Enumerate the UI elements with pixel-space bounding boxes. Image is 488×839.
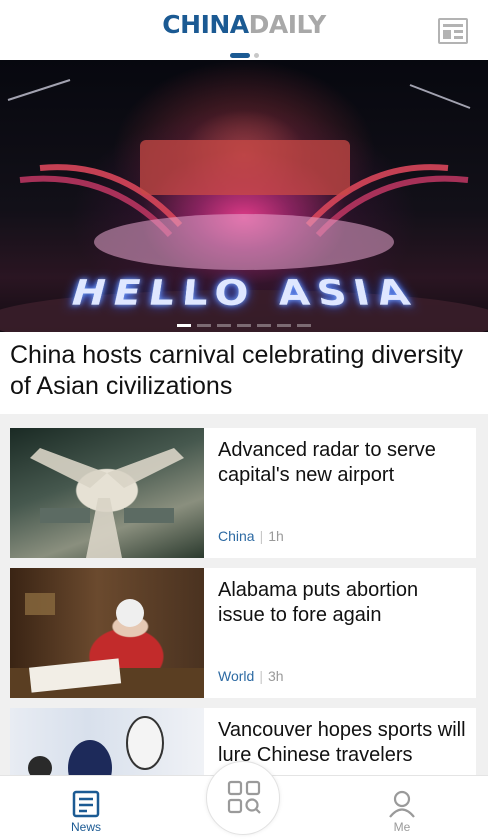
china-daily-logo[interactable]: CHINADAILY <box>0 10 488 39</box>
article-thumbnail <box>10 568 204 698</box>
article-category[interactable]: China <box>218 528 255 544</box>
nav-me-label: Me <box>393 820 411 834</box>
hero-headline[interactable]: China hosts carnival celebrating diversi… <box>10 340 478 402</box>
carousel-dot[interactable] <box>237 324 251 327</box>
article-card[interactable]: Alabama puts abortion issue to fore agai… <box>10 568 476 698</box>
newspaper-icon[interactable] <box>438 18 468 44</box>
article-title: Alabama puts abortion issue to fore agai… <box>218 579 419 626</box>
nav-me[interactable]: Me <box>372 790 432 834</box>
nav-news-label: News <box>70 820 101 834</box>
page-dot <box>253 53 259 59</box>
article-meta: China | 1h <box>218 528 284 544</box>
carousel-dot[interactable] <box>277 324 291 327</box>
grid-search-icon <box>227 780 261 814</box>
carousel-dot[interactable] <box>197 324 211 327</box>
app-header: CHINADAILY <box>0 0 488 60</box>
article-thumbnail <box>10 708 204 775</box>
logo-china: CHINA <box>162 10 249 39</box>
article-meta: World | 3h <box>218 668 284 684</box>
discover-button[interactable] <box>206 761 280 835</box>
news-icon <box>72 790 100 818</box>
governor-image <box>10 593 204 698</box>
article-title: Advanced radar to serve capital's new ai… <box>218 439 436 486</box>
article-list: Advanced radar to serve capital's new ai… <box>0 418 488 775</box>
meta-separator: | <box>259 528 264 544</box>
article-category[interactable]: World <box>218 668 254 684</box>
article-title: Vancouver hopes sports will lure Chinese… <box>218 719 466 766</box>
article-thumbnail <box>10 428 204 558</box>
header-page-indicator <box>0 47 488 59</box>
user-icon <box>389 790 415 818</box>
nav-news[interactable]: News <box>56 790 116 834</box>
article-card[interactable]: Advanced radar to serve capital's new ai… <box>10 428 476 558</box>
page-dot-active <box>229 53 250 59</box>
hockey-image <box>28 716 164 775</box>
carousel-indicator <box>0 324 488 327</box>
carousel-dot[interactable] <box>297 324 311 327</box>
carousel-dot[interactable] <box>217 324 231 327</box>
hero-carousel[interactable]: HELLO ASIA <box>0 60 488 332</box>
meta-separator: | <box>259 668 263 684</box>
hero-image-text: HELLO ASIA <box>65 273 423 315</box>
airport-image <box>30 448 184 558</box>
logo-daily: DAILY <box>248 10 327 39</box>
carousel-dot[interactable] <box>257 324 271 327</box>
carousel-dot-active[interactable] <box>177 324 191 327</box>
article-time: 1h <box>268 528 284 544</box>
article-time: 3h <box>267 668 284 684</box>
